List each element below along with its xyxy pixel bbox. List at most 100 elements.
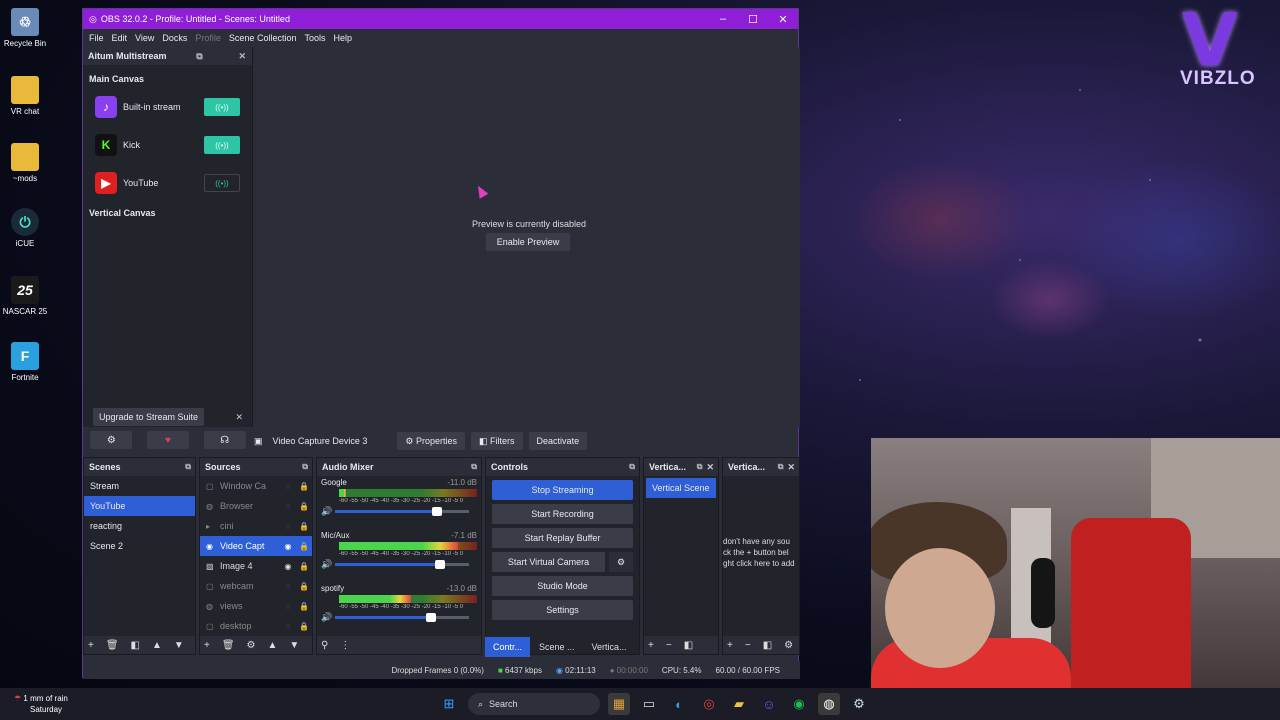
add-icon[interactable]: +: [204, 640, 210, 651]
eye-hidden-icon[interactable]: ◌: [280, 602, 296, 611]
start-replay-buffer-button[interactable]: Start Replay Buffer: [492, 528, 633, 548]
menu-help[interactable]: Help: [333, 33, 352, 43]
close-icon[interactable]: ✕: [706, 462, 714, 473]
desktop-icon-icue[interactable]: ⏻ iCUE: [2, 208, 48, 248]
eye-icon[interactable]: ◉: [280, 562, 296, 571]
maximize-icon[interactable]: ☐: [738, 13, 768, 26]
slider-handle[interactable]: [431, 507, 442, 516]
weather-widget[interactable]: ☂ 1 mm of rain Saturday: [14, 693, 68, 715]
filters-button[interactable]: ◧ Filters: [471, 432, 523, 450]
remove-icon[interactable]: −: [745, 640, 751, 651]
add-icon[interactable]: +: [648, 640, 654, 651]
discord-icon[interactable]: ☊: [203, 431, 246, 449]
popout-icon[interactable]: ⧉: [196, 51, 202, 62]
filter-icon[interactable]: ◧: [131, 640, 140, 651]
eye-hidden-icon[interactable]: ◌: [280, 582, 296, 591]
desktop-icon-recycle-bin[interactable]: ♲ Recycle Bin: [2, 8, 48, 48]
source-item[interactable]: ◍ views ◌ 🔒: [200, 596, 312, 616]
properties-button[interactable]: ⚙ Properties: [397, 432, 466, 450]
source-item[interactable]: ▢ desktop ◌ 🔒: [200, 616, 312, 636]
tab-controls[interactable]: Contr...: [485, 637, 531, 657]
close-icon[interactable]: ✕: [768, 13, 798, 26]
source-item[interactable]: ▢ webcam ◌ 🔒: [200, 576, 312, 596]
eye-hidden-icon[interactable]: ◌: [280, 522, 296, 531]
spotify-icon[interactable]: ◉: [788, 693, 810, 715]
slider-handle[interactable]: [434, 560, 445, 569]
popout-icon[interactable]: ⧉: [185, 462, 191, 472]
speaker-icon[interactable]: 🔊: [321, 559, 335, 570]
obs-taskbar-icon[interactable]: ◍: [818, 693, 840, 715]
popout-icon[interactable]: ⧉: [471, 462, 477, 472]
popout-icon[interactable]: ⧉: [629, 462, 635, 472]
expand-icon[interactable]: ▸: [206, 522, 218, 531]
game-app-icon[interactable]: ▦: [608, 693, 630, 715]
vertical-scene-item[interactable]: Vertical Scene: [646, 478, 716, 498]
close-icon[interactable]: ✕: [235, 412, 243, 423]
stop-streaming-button[interactable]: Stop Streaming: [492, 480, 633, 500]
popout-icon[interactable]: ⧉: [697, 462, 703, 472]
link-icon[interactable]: ⚲: [321, 640, 328, 651]
lock-icon[interactable]: 🔒: [296, 522, 312, 531]
move-up-icon[interactable]: ▲: [268, 640, 278, 651]
close-icon[interactable]: ✕: [238, 51, 246, 62]
deactivate-button[interactable]: Deactivate: [528, 432, 588, 450]
menu-scene-collection[interactable]: Scene Collection: [229, 33, 297, 43]
desktop-icon-mods[interactable]: ~mods: [2, 143, 48, 183]
lock-icon[interactable]: 🔒: [296, 482, 312, 491]
gear-icon[interactable]: ⚙: [247, 640, 256, 651]
lock-icon[interactable]: 🔒: [296, 582, 312, 591]
volume-slider[interactable]: [335, 560, 469, 569]
settings-button[interactable]: Settings: [492, 600, 633, 620]
volume-slider[interactable]: [335, 613, 469, 622]
menu-edit[interactable]: Edit: [112, 33, 128, 43]
close-icon[interactable]: ✕: [787, 462, 795, 473]
speaker-icon[interactable]: 🔊: [321, 612, 335, 623]
gear-icon[interactable]: ⚙: [784, 640, 793, 651]
steam-icon[interactable]: ⚙: [848, 693, 870, 715]
eye-hidden-icon[interactable]: ◌: [280, 482, 296, 491]
scene-item[interactable]: Scene 2: [84, 536, 195, 556]
file-explorer-icon[interactable]: ▰: [728, 693, 750, 715]
source-item[interactable]: ▨ Image 4 ◉ 🔒: [200, 556, 312, 576]
lock-icon[interactable]: 🔒: [296, 562, 312, 571]
lock-icon[interactable]: 🔒: [296, 542, 312, 551]
menu-docks[interactable]: Docks: [162, 33, 187, 43]
broadcast-toggle[interactable]: ((•)): [204, 98, 240, 116]
source-item[interactable]: ▢ Window Ca ◌ 🔒: [200, 476, 312, 496]
lock-icon[interactable]: 🔒: [296, 622, 312, 631]
obs-titlebar[interactable]: ◎ OBS 32.0.2 - Profile: Untitled - Scene…: [83, 9, 798, 29]
lock-icon[interactable]: 🔒: [296, 502, 312, 511]
move-down-icon[interactable]: ▼: [289, 640, 299, 651]
discord-icon[interactable]: ☺: [758, 693, 780, 715]
chrome-icon[interactable]: ◎: [698, 693, 720, 715]
popout-icon[interactable]: ⧉: [302, 462, 308, 472]
edge-browser-icon[interactable]: ◐: [668, 693, 690, 715]
menu-tools[interactable]: Tools: [304, 33, 325, 43]
eye-icon[interactable]: ◉: [280, 542, 296, 551]
desktop-icon-fortnite[interactable]: F Fortnite: [2, 342, 48, 382]
studio-mode-button[interactable]: Studio Mode: [492, 576, 633, 596]
desktop-icon-vr-chat[interactable]: VR chat: [2, 76, 48, 116]
heart-icon[interactable]: ♥: [146, 431, 189, 449]
broadcast-toggle[interactable]: ((•)): [204, 136, 240, 154]
tab-scene-transitions[interactable]: Scene ...: [531, 637, 583, 657]
trash-icon[interactable]: 🗑: [106, 640, 119, 651]
popout-icon[interactable]: ⧉: [778, 462, 784, 472]
desktop-icon-nascar[interactable]: 25 NASCAR 25: [2, 276, 48, 316]
move-down-icon[interactable]: ▼: [174, 640, 184, 651]
filter-icon[interactable]: ◧: [684, 640, 693, 651]
enable-preview-button[interactable]: Enable Preview: [486, 233, 570, 251]
menu-profile[interactable]: Profile: [195, 33, 221, 43]
settings-gear-icon[interactable]: ⚙: [90, 431, 133, 449]
lock-icon[interactable]: 🔒: [296, 602, 312, 611]
source-item-selected[interactable]: ◉ Video Capt ◉ 🔒: [200, 536, 312, 556]
eye-hidden-icon[interactable]: ◌: [280, 502, 296, 511]
add-icon[interactable]: +: [88, 640, 94, 651]
remove-icon[interactable]: −: [666, 640, 672, 651]
scene-item[interactable]: Stream: [84, 476, 195, 496]
scene-item-selected[interactable]: YouTube: [84, 496, 195, 516]
menu-view[interactable]: View: [135, 33, 154, 43]
broadcast-toggle[interactable]: ((•)): [204, 174, 240, 192]
start-recording-button[interactable]: Start Recording: [492, 504, 633, 524]
volume-slider[interactable]: [335, 507, 469, 516]
